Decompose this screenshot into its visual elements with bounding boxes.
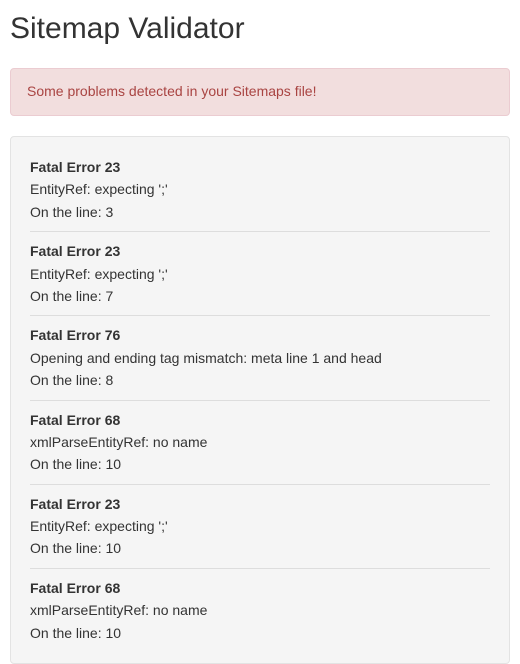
error-message: EntityRef: expecting ';': [30, 263, 490, 285]
error-title: Fatal Error 23: [30, 240, 490, 262]
error-item: Fatal Error 23EntityRef: expecting ';'On…: [30, 240, 490, 316]
error-panel: Fatal Error 23EntityRef: expecting ';'On…: [10, 136, 510, 664]
page-title: Sitemap Validator: [10, 12, 510, 46]
error-title: Fatal Error 23: [30, 156, 490, 178]
error-item: Fatal Error 68xmlParseEntityRef: no name…: [30, 577, 490, 644]
error-title: Fatal Error 76: [30, 324, 490, 346]
error-message: EntityRef: expecting ';': [30, 515, 490, 537]
error-message: EntityRef: expecting ';': [30, 178, 490, 200]
alert-box: Some problems detected in your Sitemaps …: [10, 68, 510, 116]
error-item: Fatal Error 23EntityRef: expecting ';'On…: [30, 156, 490, 232]
error-line: On the line: 7: [30, 285, 490, 307]
error-item: Fatal Error 23EntityRef: expecting ';'On…: [30, 493, 490, 569]
error-title: Fatal Error 23: [30, 493, 490, 515]
error-message: xmlParseEntityRef: no name: [30, 599, 490, 621]
error-line: On the line: 10: [30, 453, 490, 475]
error-title: Fatal Error 68: [30, 409, 490, 431]
error-message: Opening and ending tag mismatch: meta li…: [30, 347, 490, 369]
error-item: Fatal Error 68xmlParseEntityRef: no name…: [30, 409, 490, 485]
alert-message: Some problems detected in your Sitemaps …: [27, 83, 316, 99]
error-title: Fatal Error 68: [30, 577, 490, 599]
error-item: Fatal Error 76Opening and ending tag mis…: [30, 324, 490, 400]
error-line: On the line: 10: [30, 622, 490, 644]
error-line: On the line: 8: [30, 369, 490, 391]
error-line: On the line: 10: [30, 537, 490, 559]
error-message: xmlParseEntityRef: no name: [30, 431, 490, 453]
error-line: On the line: 3: [30, 201, 490, 223]
